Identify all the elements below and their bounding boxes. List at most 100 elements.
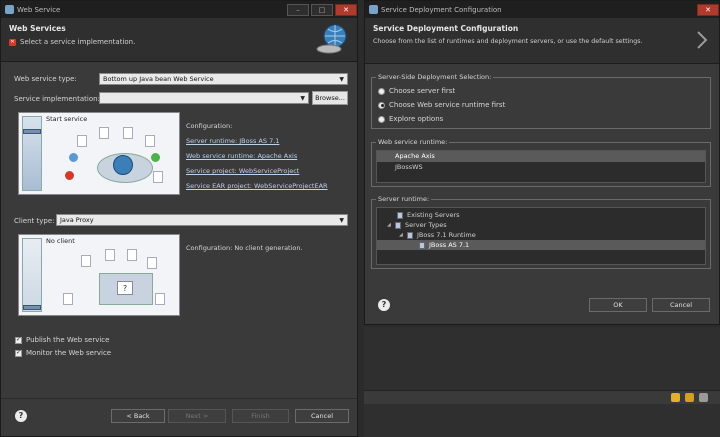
- document-icon: [127, 249, 137, 261]
- minimize-button[interactable]: –: [287, 3, 309, 16]
- document-icon: [155, 293, 165, 305]
- next-button[interactable]: Next >: [168, 409, 226, 423]
- document-icon: [147, 257, 157, 269]
- expand-arrow-icon[interactable]: ◢: [387, 220, 395, 230]
- client-type-label: Client type:: [14, 217, 55, 225]
- status-icon: [151, 153, 160, 162]
- dialog-header-message: Choose from the list of runtimes and dep…: [373, 38, 643, 45]
- tree-item-selected[interactable]: JBoss AS 7.1: [377, 240, 705, 250]
- tree-item[interactable]: ◢ JBoss 7.1 Runtime: [377, 230, 705, 240]
- browse-button[interactable]: Browse...: [312, 91, 348, 105]
- slider-thumb[interactable]: [23, 129, 41, 134]
- server-runtime-group-title: Server runtime:: [376, 195, 432, 203]
- question-icon: ?: [117, 281, 133, 295]
- radio-choose-server[interactable]: [378, 87, 385, 95]
- ok-button[interactable]: OK: [589, 298, 647, 312]
- chevron-right-icon: [697, 31, 708, 49]
- folder-icon: [395, 221, 401, 229]
- ws-runtime-list[interactable]: Apache Axis JBossWS: [376, 150, 706, 183]
- deployment-config-dialog: Service Deployment Configuration ✕ Servi…: [364, 0, 720, 325]
- monitor-label: Monitor the Web service: [26, 349, 112, 357]
- pin-icon[interactable]: [685, 393, 694, 402]
- service-panel-title: Start service: [46, 115, 88, 123]
- view-menu-icon[interactable]: [699, 393, 708, 402]
- service-slider-panel: Start service: [18, 112, 180, 195]
- server-runtime-tree[interactable]: Existing Servers ◢ Server Types ◢ JBoss …: [376, 207, 706, 265]
- workbench-toolbar: [364, 390, 720, 404]
- service-ear-project-link[interactable]: Service EAR project: WebServiceProjectEA…: [186, 182, 356, 190]
- radio-label: Choose Web service runtime first: [389, 101, 506, 109]
- finish-button[interactable]: Finish: [232, 409, 289, 423]
- slider-thumb[interactable]: [23, 305, 41, 310]
- dialog-title: Service Deployment Configuration: [381, 5, 502, 14]
- help-icon[interactable]: ?: [15, 410, 27, 422]
- workbench-background: [364, 327, 720, 437]
- dialog-titlebar[interactable]: Service Deployment Configuration ✕: [365, 1, 719, 18]
- status-icon: [69, 153, 78, 162]
- dialog-header-title: Service Deployment Configuration: [373, 24, 519, 33]
- error-icon: [65, 171, 74, 180]
- document-icon: [99, 127, 109, 139]
- expand-arrow-icon[interactable]: ◢: [399, 230, 407, 240]
- web-services-globe-icon: [316, 24, 347, 54]
- document-icon: [153, 171, 163, 183]
- maximize-button[interactable]: □: [311, 3, 333, 16]
- service-type-select[interactable]: Bottom up Java bean Web Service ▼: [99, 73, 348, 85]
- radio-explore-options[interactable]: [378, 115, 385, 123]
- client-slider-panel: No client ?: [18, 234, 180, 316]
- cancel-button[interactable]: Cancel: [652, 298, 710, 312]
- service-level-slider[interactable]: [22, 116, 42, 191]
- server-icon: [419, 241, 425, 249]
- dialog-header: Service Deployment Configuration Choose …: [365, 18, 719, 64]
- globe-icon: [113, 155, 133, 175]
- error-icon: ✕: [9, 38, 16, 46]
- radio-label: Choose server first: [389, 87, 456, 95]
- client-configuration-text: Configuration: No client generation.: [186, 244, 303, 252]
- chevron-down-icon: ▼: [339, 217, 344, 224]
- service-project-link[interactable]: Service project: WebServiceProject: [186, 167, 356, 175]
- tree-item[interactable]: Existing Servers: [377, 210, 705, 220]
- publish-label: Publish the Web service: [26, 336, 110, 344]
- service-type-value: Bottom up Java bean Web Service: [103, 75, 214, 83]
- document-icon: [105, 249, 115, 261]
- cancel-button[interactable]: Cancel: [295, 409, 349, 423]
- configuration-title: Configuration:: [186, 122, 233, 130]
- help-icon[interactable]: ?: [378, 299, 390, 311]
- monitor-checkbox[interactable]: [15, 349, 22, 357]
- window-title: Web Service: [17, 5, 61, 14]
- sync-icon[interactable]: [671, 393, 680, 402]
- close-button[interactable]: ✕: [697, 3, 719, 16]
- service-type-label: Web service type:: [14, 75, 77, 83]
- client-type-value: Java Proxy: [60, 216, 94, 224]
- close-button[interactable]: ✕: [335, 3, 357, 16]
- client-panel-title: No client: [46, 237, 75, 245]
- folder-icon: [397, 211, 403, 219]
- client-type-select[interactable]: Java Proxy ▼: [56, 214, 348, 226]
- wizard-header: Web Services ✕ Select a service implemen…: [1, 18, 357, 62]
- tree-item[interactable]: ◢ Server Types: [377, 220, 705, 230]
- ws-runtime-group: Web service runtime: Apache Axis JBossWS: [371, 138, 711, 187]
- server-runtime-link[interactable]: Server runtime: JBoss AS 7.1: [186, 137, 356, 145]
- back-button[interactable]: < Back: [111, 409, 165, 423]
- web-service-titlebar[interactable]: Web Service – □ ✕: [1, 1, 357, 18]
- header-message: Select a service implementation.: [20, 38, 136, 46]
- web-service-window: Web Service – □ ✕ Web Services ✕ Select …: [0, 0, 358, 437]
- header-title: Web Services: [9, 24, 66, 33]
- service-configuration: Configuration: Server runtime: JBoss AS …: [186, 122, 356, 190]
- server-icon: [407, 231, 413, 239]
- app-icon: [369, 5, 378, 14]
- service-impl-input[interactable]: ▼: [99, 92, 309, 104]
- ws-runtime-item[interactable]: Apache Axis: [377, 151, 705, 162]
- publish-checkbox[interactable]: [15, 336, 22, 344]
- server-runtime-group: Server runtime: Existing Servers ◢ Serve…: [371, 195, 711, 269]
- document-icon: [77, 135, 87, 147]
- radio-choose-ws-runtime[interactable]: [378, 101, 385, 109]
- client-level-slider[interactable]: [22, 238, 42, 312]
- document-icon: [123, 127, 133, 139]
- ws-runtime-link[interactable]: Web service runtime: Apache Axis: [186, 152, 356, 160]
- server-side-group: Server-Side Deployment Selection: Choose…: [371, 73, 711, 129]
- document-icon: [81, 255, 91, 267]
- footer-separator: [1, 398, 357, 399]
- document-icon: [145, 135, 155, 147]
- ws-runtime-item[interactable]: JBossWS: [377, 162, 705, 173]
